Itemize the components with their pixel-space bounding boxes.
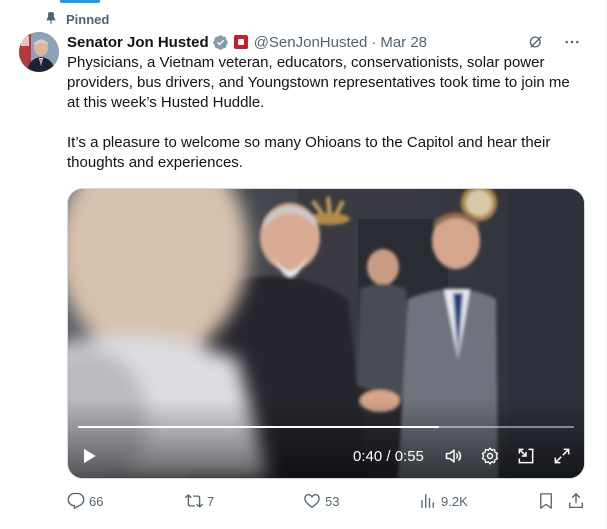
volume-icon[interactable] (444, 446, 464, 466)
post-text: Physicians, a Vietnam veteran, educators… (67, 53, 579, 173)
post-paragraph-1: Physicians, a Vietnam veteran, educators… (67, 54, 570, 111)
view-count: 9.2K (441, 493, 468, 509)
views-button[interactable]: 9.2K (419, 492, 468, 510)
author-name[interactable]: Senator Jon Husted (67, 34, 209, 51)
pinned-indicator: Pinned (44, 11, 109, 27)
minimize-player-icon[interactable] (516, 446, 536, 466)
settings-gear-icon[interactable] (480, 446, 500, 466)
share-button[interactable] (567, 492, 585, 510)
more-options-icon[interactable] (562, 32, 582, 52)
pinned-label: Pinned (66, 11, 110, 27)
play-icon[interactable] (78, 445, 100, 467)
repost-button[interactable]: 7 (185, 492, 214, 510)
pin-icon (44, 11, 58, 28)
repost-icon (185, 494, 203, 508)
post-actions: 66 7 53 9.2K (67, 492, 585, 512)
post-paragraph-2: It’s a pleasure to welcome so many Ohioa… (67, 134, 551, 171)
bookmark-button[interactable] (537, 492, 555, 510)
grok-icon[interactable] (526, 32, 546, 52)
post-date[interactable]: Mar 28 (380, 34, 427, 51)
pinned-post[interactable]: Pinned Senator Jon Husted @SenJonHusted … (0, 0, 607, 529)
verified-badge-icon[interactable] (212, 34, 229, 51)
reply-icon (67, 492, 85, 510)
fullscreen-icon[interactable] (552, 446, 572, 466)
heart-icon (304, 493, 320, 509)
header-actions (526, 32, 582, 52)
controls-overlay (68, 398, 584, 478)
like-button[interactable]: 53 (303, 492, 339, 510)
header-separator: · (371, 33, 377, 51)
video-progress-fill (78, 426, 439, 428)
video-time: 0:40 / 0:55 (353, 448, 424, 465)
reply-count: 66 (89, 493, 104, 509)
post-header: Senator Jon Husted @SenJonHusted · Mar 2… (67, 32, 582, 52)
bookmark-icon (540, 493, 552, 509)
analytics-icon (421, 494, 434, 508)
government-badge-icon (233, 35, 248, 49)
repost-count: 7 (207, 493, 215, 509)
video-player[interactable]: 0:40 / 0:55 (67, 188, 585, 479)
author-handle[interactable]: @SenJonHusted (254, 34, 368, 51)
like-count: 53 (325, 493, 340, 509)
video-progress-bar[interactable] (78, 426, 574, 428)
avatar[interactable] (19, 32, 59, 72)
active-tab-indicator (60, 0, 100, 3)
reply-button[interactable]: 66 (67, 492, 103, 510)
share-icon (568, 492, 584, 509)
